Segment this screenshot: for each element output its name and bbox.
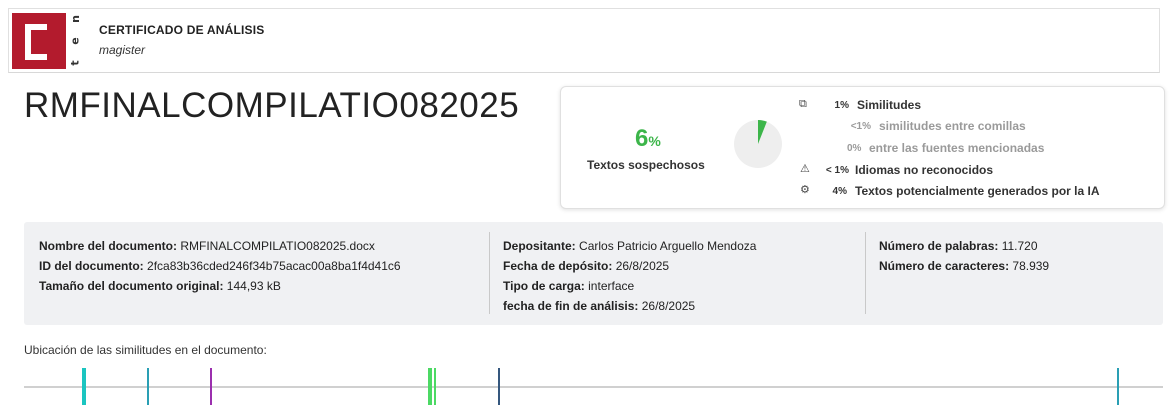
document-title: RMFINALCOMPILATIO082025 (24, 86, 520, 125)
certificate-title: CERTIFICADO DE ANÁLISIS (99, 23, 265, 37)
similarity-icon: ⧉ (799, 97, 807, 110)
logo-net-text: net (68, 15, 82, 66)
stat-quoted: <1% similitudes entre comillas (850, 119, 1026, 133)
info-row: Depositante: Carlos Patricio Arguello Me… (503, 239, 757, 253)
logo-box (12, 13, 66, 69)
info-row: fecha de fin de análisis: 26/8/2025 (503, 299, 696, 313)
suspicious-label: Textos sospechosos (587, 158, 705, 172)
warning-icon: ⚠ (800, 162, 810, 175)
stat-mentioned-sources: 0% entre las fuentes mencionadas (847, 141, 1045, 155)
stat-unrecognized-languages: < 1% Idiomas no reconocidos (825, 163, 994, 177)
certificate-subtitle: magister (99, 43, 146, 57)
similarity-mark[interactable] (1117, 368, 1120, 405)
similarity-mark[interactable] (209, 368, 212, 405)
similarity-mark[interactable] (428, 368, 433, 405)
info-divider (865, 232, 866, 314)
similarity-location-label: Ubicación de las similitudes en el docum… (24, 343, 267, 357)
info-row: Nombre del documento: RMFINALCOMPILATIO0… (39, 239, 375, 253)
compilatio-logo: net (12, 13, 90, 69)
info-row: ID del documento: 2fca83b36cded246f34b75… (39, 259, 401, 273)
summary-card: 6% Textos sospechosos ⧉ 1% Similitudes <… (560, 86, 1165, 209)
donut-chart (734, 120, 782, 168)
similarity-mark[interactable] (497, 368, 500, 405)
stat-ai-generated: 4% Textos potencialmente generados por l… (832, 184, 1100, 198)
similarity-mark[interactable] (82, 368, 87, 405)
info-row: Tipo de carga: interface (503, 279, 635, 293)
ai-icon: ⚙ (800, 183, 810, 196)
similarity-mark[interactable] (147, 368, 149, 405)
info-column-counts: Número de palabras: 11.720 Número de car… (879, 236, 1049, 276)
document-info: Nombre del documento: RMFINALCOMPILATIO0… (24, 222, 1163, 325)
logo-c-icon (25, 24, 47, 60)
info-column-depositor: Depositante: Carlos Patricio Arguello Me… (503, 236, 756, 316)
stat-similarities: 1% Similitudes (834, 98, 922, 112)
report-header: net CERTIFICADO DE ANÁLISIS magister (8, 8, 1160, 73)
info-row: Número de palabras: 11.720 (879, 239, 1038, 253)
info-column-document: Nombre del documento: RMFINALCOMPILATIO0… (39, 236, 401, 296)
similarity-location-track (24, 386, 1163, 388)
info-row: Fecha de depósito: 26/8/2025 (503, 259, 670, 273)
info-divider (489, 232, 490, 314)
suspicious-percent: 6% (635, 125, 661, 152)
info-row: Tamaño del documento original: 144,93 kB (39, 279, 281, 293)
info-row: Número de caracteres: 78.939 (879, 259, 1050, 273)
similarity-mark[interactable] (434, 368, 437, 405)
